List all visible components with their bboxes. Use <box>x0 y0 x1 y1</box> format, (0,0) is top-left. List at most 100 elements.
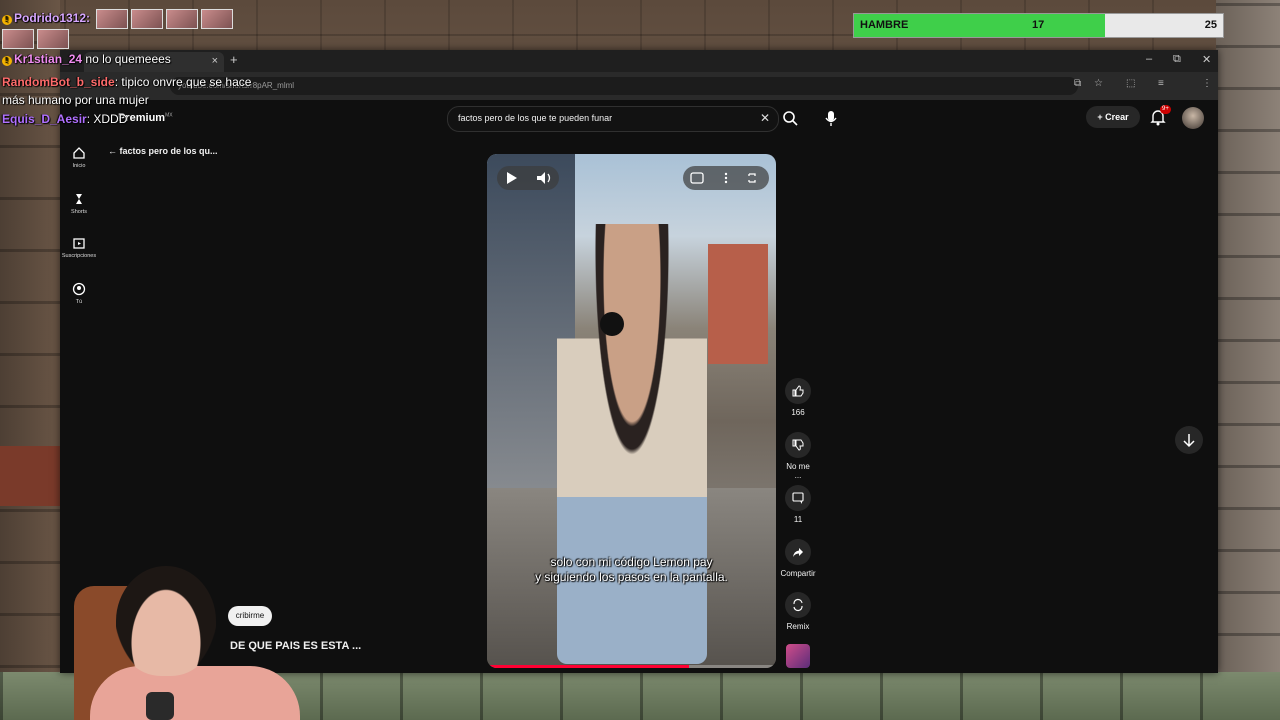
comments-count: 11 <box>793 515 803 524</box>
url-field[interactable]: youtube.com/shorts/r8pAR_mlml <box>170 77 1078 95</box>
tab-close-icon[interactable]: × <box>212 55 218 67</box>
like-count: 166 <box>791 408 805 417</box>
you-icon <box>72 282 86 296</box>
dislike-button[interactable]: No me ... <box>782 432 814 480</box>
comment-icon <box>792 492 804 504</box>
chat-emote <box>37 29 69 49</box>
browser-menu-icon[interactable]: ⋮ <box>1202 78 1212 89</box>
chat-username: Kr1stian_24 <box>14 52 83 66</box>
chat-emote <box>131 9 164 29</box>
chat-message: no lo quemeees <box>85 52 171 66</box>
hunger-max: 25 <box>1204 19 1217 31</box>
video-progress-fill <box>487 665 690 668</box>
chat-emote <box>2 29 34 49</box>
player-options <box>683 166 769 190</box>
clear-search-icon[interactable]: ✕ <box>760 111 770 125</box>
like-button[interactable]: 166 <box>782 378 814 417</box>
chat-emote-row <box>2 29 69 49</box>
dislike-label: No me ... <box>786 462 810 480</box>
chat-username: Podrido1312: <box>14 11 91 26</box>
remix-icon <box>793 598 803 612</box>
remix-button[interactable]: Remix <box>782 592 814 631</box>
video-building <box>708 244 768 364</box>
audio-source-thumbnail[interactable] <box>786 644 810 668</box>
share-label: Compartir <box>780 569 816 578</box>
chat-line: ! Kr1stian_24 no lo quemeees <box>2 52 171 66</box>
webcam-streamer-head <box>116 566 216 676</box>
subscriptions-icon <box>73 238 85 249</box>
notifications-button[interactable]: 9+ <box>1148 105 1171 129</box>
back-to-search[interactable]: ← factos pero de los qu... <box>108 146 218 156</box>
cc-menu-fullscreen-icons[interactable] <box>683 166 769 190</box>
notification-count: 9+ <box>1160 105 1171 114</box>
sidebar-item-label: Suscripciones <box>61 253 97 259</box>
subtitle-line-1: solo con mi código Lemon pay <box>550 555 713 569</box>
plus-icon: + <box>1097 112 1106 122</box>
create-button[interactable]: + Crear <box>1086 106 1140 128</box>
install-icon[interactable]: ⧉ <box>1074 78 1081 89</box>
microphone-icon <box>825 111 837 126</box>
stream-decoration <box>0 446 60 506</box>
hunger-bar: HAMBRE 17 25 <box>853 13 1224 38</box>
shorts-icon <box>76 194 82 204</box>
play-volume-icons[interactable] <box>497 166 559 190</box>
sidebar-item-suscripciones[interactable]: Suscripciones <box>60 236 98 259</box>
tab-bar: × + – ⧉ ✕ <box>60 50 1218 72</box>
extensions-icon[interactable]: ⬚ <box>1126 78 1135 89</box>
next-video-button[interactable] <box>1175 426 1203 454</box>
media-icon[interactable]: ≡ <box>1158 78 1164 89</box>
close-window-button[interactable]: ✕ <box>1202 53 1211 66</box>
video-progress-bar[interactable] <box>487 665 776 668</box>
sidebar-item-label: Shorts <box>71 209 87 215</box>
search-input[interactable]: factos pero de los que te pueden funar <box>458 113 612 123</box>
remix-label: Remix <box>786 622 810 631</box>
new-tab-button[interactable]: + <box>230 52 238 67</box>
search-button[interactable] <box>780 106 802 130</box>
search-box[interactable]: factos pero de los que te pueden funar ✕ <box>447 106 779 132</box>
video-microphone <box>600 312 624 336</box>
streamer-webcam <box>74 566 300 720</box>
thumbs-down-icon <box>792 439 804 451</box>
back-arrow-icon: ← <box>108 146 120 156</box>
sidebar-item-inicio[interactable]: Inicio <box>60 146 98 169</box>
share-button[interactable]: Compartir <box>776 539 820 578</box>
sidebar-item-shorts[interactable]: Shorts <box>60 192 98 215</box>
create-label: Crear <box>1105 112 1129 122</box>
hunger-value: 17 <box>1032 19 1045 31</box>
webcam-streamer-body <box>90 666 300 720</box>
chat-message: : XDDD <box>86 112 128 126</box>
video-person <box>557 224 707 664</box>
minimize-button[interactable]: – <box>1146 53 1152 65</box>
restore-button[interactable]: ⧉ <box>1173 53 1181 66</box>
search-icon <box>783 111 798 126</box>
chat-badge-icon: ! <box>2 15 12 26</box>
chat-emote <box>166 9 199 29</box>
chat-line: RandomBot_b_side: tipico onvre que se ha… <box>2 73 262 109</box>
back-label: factos pero de los qu... <box>119 146 218 156</box>
hunger-label: HAMBRE <box>860 19 909 31</box>
webcam-microphone <box>146 692 174 720</box>
sidebar-item-label: Tú <box>75 299 83 305</box>
playback-controls <box>497 166 559 190</box>
chat-badge-icon: ! <box>2 56 12 66</box>
chat-username: Equis_D_Aesir <box>2 112 87 126</box>
chat-line: ! Podrido1312: <box>2 9 234 29</box>
chat-line: Equis_D_Aesir: XDDD <box>2 112 127 126</box>
sidebar-item-tu[interactable]: Tú <box>60 282 98 305</box>
thumbs-up-icon <box>792 385 804 397</box>
stream-wall-right <box>1216 0 1280 720</box>
shorts-video-player[interactable]: solo con mi código Lemon pay y siguiendo… <box>487 154 776 668</box>
chat-emote <box>201 9 234 29</box>
chat-username: RandomBot_b_side <box>2 75 115 89</box>
account-avatar[interactable] <box>1182 107 1204 129</box>
home-icon <box>73 147 85 159</box>
youtube-region: MX <box>165 112 173 119</box>
chat-emote <box>96 9 129 29</box>
sidebar-item-label: Inicio <box>72 163 86 169</box>
comments-button[interactable]: 11 <box>782 485 814 524</box>
bookmark-star-icon[interactable]: ☆ <box>1094 78 1103 89</box>
subtitle-line-2: y siguiendo los pasos en la pantalla. <box>535 570 728 584</box>
voice-search-button[interactable] <box>820 106 842 130</box>
share-icon <box>793 548 803 557</box>
arrow-down-icon <box>1183 434 1195 448</box>
